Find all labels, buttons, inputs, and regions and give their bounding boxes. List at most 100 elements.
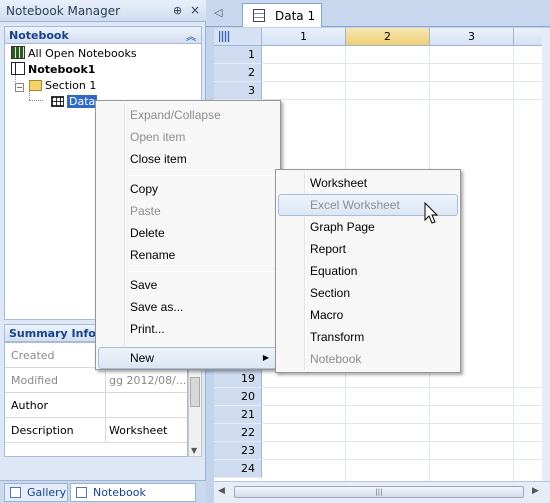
grid-line [262, 423, 550, 424]
submenu-arrow-icon: ▶ [262, 353, 269, 362]
scroll-left-icon[interactable]: ◀ [218, 486, 225, 496]
summary-key: Created [11, 349, 55, 362]
column-header-active[interactable]: 2 [346, 28, 430, 46]
tree-item-data1[interactable]: Data [51, 94, 98, 110]
notebooks-icon [11, 46, 25, 59]
grid-line [262, 99, 550, 100]
menu-item-paste[interactable]: Paste [98, 200, 278, 222]
summary-key: Modified [11, 374, 58, 387]
select-all-corner[interactable] [214, 28, 262, 46]
panel-title: Notebook Manager [6, 4, 121, 18]
menu-item-section[interactable]: Section [278, 282, 458, 304]
menu-item-macro[interactable]: Macro [278, 304, 458, 326]
new-submenu: Worksheet Excel Worksheet Graph Page Rep… [275, 169, 461, 373]
menu-separator [128, 271, 278, 272]
tree-item-label: All Open Notebooks [28, 47, 137, 60]
scroll-thumb[interactable] [190, 377, 200, 407]
notebook-icon [11, 62, 25, 75]
tab-gallery[interactable]: Gallery [4, 483, 68, 502]
summary-key: Author [11, 399, 49, 412]
tab-data1[interactable]: Data 1 [242, 3, 322, 27]
pin-icon[interactable]: ⊕ [173, 4, 182, 17]
menu-item-copy[interactable]: Copy [98, 178, 278, 200]
menu-item-notebook[interactable]: Notebook [278, 348, 458, 370]
scroll-right-icon[interactable]: ▶ [532, 486, 539, 496]
menu-item-equation[interactable]: Equation [278, 260, 458, 282]
grid-line [262, 81, 550, 82]
menu-item-rename[interactable]: Rename [98, 244, 278, 266]
row-header[interactable]: 2 [214, 64, 262, 82]
summary-value: gg 2012/08/... [109, 374, 187, 387]
row-header[interactable]: 24 [214, 460, 262, 478]
tab-notebook-manager[interactable]: Notebook Manager [70, 483, 196, 502]
notebook-manager-titlebar: Notebook Manager ⊕ × [0, 0, 206, 22]
tab-label: Notebook Manager [93, 486, 146, 499]
summary-value[interactable]: Worksheet [109, 424, 187, 437]
summary-header-label: Summary Info [9, 327, 96, 340]
menu-item-report[interactable]: Report [278, 238, 458, 260]
grid-line [262, 387, 550, 388]
grid-horizontal-scrollbar[interactable]: ◀ ||| ▶ [214, 481, 550, 503]
column-divider [105, 418, 106, 442]
grid-icon [219, 31, 230, 42]
mouse-pointer-icon [424, 202, 439, 224]
notebook-manager-icon [76, 487, 87, 498]
tab-scroll-left-icon[interactable]: ◁ [214, 6, 222, 19]
tree-item-label: Section 1 [45, 79, 97, 92]
tree-item-label: Notebook1 [28, 63, 96, 76]
row-header[interactable]: 19 [214, 370, 262, 388]
summary-row-author[interactable]: Author [5, 393, 187, 418]
grid-line [262, 459, 550, 460]
menu-item-transform[interactable]: Transform [278, 326, 458, 348]
gallery-icon [10, 487, 21, 498]
column-divider [105, 393, 106, 417]
menu-item-new[interactable]: New ▶ [98, 347, 278, 369]
tree-item-section1[interactable]: Section 1 [29, 78, 96, 94]
menu-item-print[interactable]: Print... [98, 318, 278, 340]
tree-context-menu: Expand/Collapse Open item Close item Cop… [95, 100, 281, 370]
notebook-header-label: Notebook [9, 29, 69, 42]
menu-item-worksheet[interactable]: Worksheet [278, 172, 458, 194]
menu-item-save[interactable]: Save [98, 274, 278, 296]
column-header[interactable]: 3 [430, 28, 514, 46]
summary-key: Description [11, 424, 74, 437]
collapse-chevron-icon[interactable]: ︽ [186, 28, 196, 43]
row-header[interactable]: 20 [214, 388, 262, 406]
summary-row-description[interactable]: Description Worksheet [5, 418, 187, 443]
column-header[interactable]: 1 [262, 28, 346, 46]
tree-item-notebook1[interactable]: Notebook1 [11, 62, 95, 78]
tree-connector [29, 100, 43, 101]
menu-item-close-item[interactable]: Close item [98, 148, 278, 170]
grid-line [262, 405, 550, 406]
close-icon[interactable]: × [190, 3, 200, 17]
grid-line [262, 441, 550, 442]
tree-item-label-selected: Data [67, 95, 98, 108]
summary-row-modified: Modified gg 2012/08/... [5, 368, 187, 393]
grid-line [262, 63, 550, 64]
row-header[interactable]: 23 [214, 442, 262, 460]
tree-item-all-notebooks[interactable]: All Open Notebooks [11, 46, 137, 62]
row-header[interactable]: 21 [214, 406, 262, 424]
menu-separator [128, 175, 278, 176]
scroll-thumb[interactable]: ||| [234, 486, 524, 498]
collapse-toggle-icon[interactable]: − [15, 83, 24, 92]
menu-item-label: New [130, 351, 155, 365]
menu-item-delete[interactable]: Delete [98, 222, 278, 244]
row-header[interactable]: 3 [214, 82, 262, 100]
tab-label: Gallery [27, 486, 67, 499]
worksheet-icon [253, 9, 265, 22]
menu-item-expand-collapse[interactable]: Expand/Collapse [98, 104, 278, 126]
menu-item-save-as[interactable]: Save as... [98, 296, 278, 318]
notebook-section-header[interactable]: Notebook ︽ [4, 26, 202, 44]
grid-vertical-scrollbar[interactable] [542, 28, 550, 481]
panel-tab-bar: Gallery Notebook Manager [0, 480, 206, 503]
column-divider [105, 368, 106, 392]
menu-item-open-item[interactable]: Open item [98, 126, 278, 148]
scroll-down-icon[interactable]: ▼ [191, 446, 197, 455]
grid-line [513, 46, 514, 481]
section-folder-icon [29, 80, 42, 91]
tab-label: Data 1 [275, 9, 316, 23]
row-header[interactable]: 22 [214, 424, 262, 442]
worksheet-icon [51, 96, 64, 107]
row-header[interactable]: 1 [214, 46, 262, 64]
